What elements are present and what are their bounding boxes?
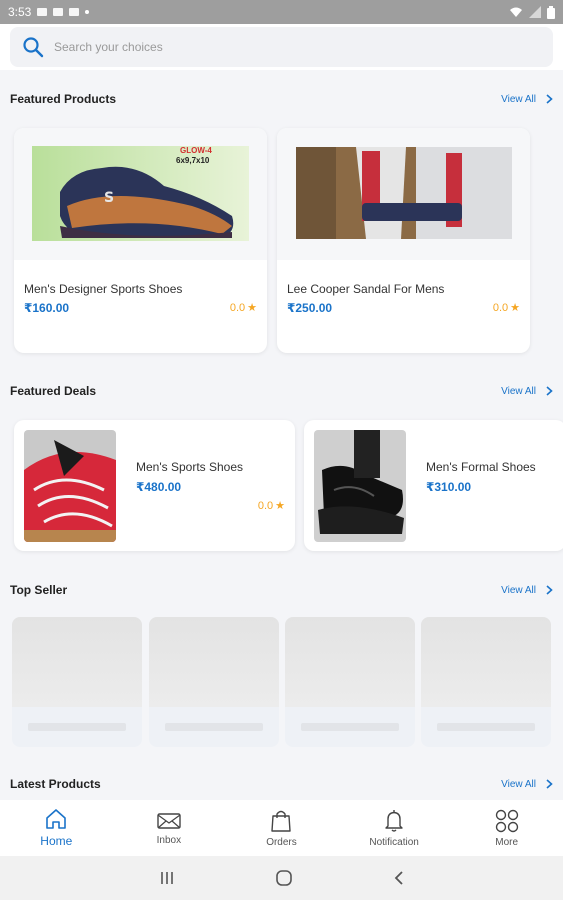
image-caption-sizes: 6x9,7x10 [176,156,210,165]
bell-icon [385,809,403,832]
status-time: 3:53 [8,5,32,19]
search-placeholder: Search your choices [54,40,163,54]
seller-card-placeholder[interactable] [12,617,142,747]
nav-orders[interactable]: Orders [225,800,338,856]
deal-price: ₹480.00 [136,480,182,494]
deal-name: Men's Sports Shoes [136,460,244,474]
star-icon: ★ [247,302,257,314]
bottom-navigation: Home Inbox Orders Notification More [0,800,563,856]
deal-card[interactable]: Men's Formal Shoes ₹310.00 0 [304,420,563,551]
signal-icon [529,6,541,18]
mail-icon [157,812,181,829]
view-all-link[interactable]: View All [501,386,553,397]
deal-rating: 0.0 ★ [257,499,285,513]
home-button-icon[interactable] [275,869,293,887]
star-icon: ★ [275,500,285,512]
product-rating: 0.0 ★ [229,301,257,315]
chevron-right-icon [546,779,553,789]
grid-icon [495,809,518,832]
chevron-right-icon [546,585,553,595]
chevron-right-icon [546,386,553,396]
product-name: Lee Cooper Sandal For Mens [287,282,445,296]
view-all-link[interactable]: View All [501,94,553,105]
search-input[interactable]: Search your choices [10,27,553,67]
nav-label: More [495,836,519,848]
deal-name: Men's Formal Shoes [426,460,536,474]
deal-image [314,430,406,542]
star-icon: ★ [510,302,520,314]
seller-name-placeholder [437,723,535,731]
product-name: Men's Designer Sports Shoes [24,282,183,296]
product-price: ₹160.00 [24,301,70,315]
wifi-icon [510,7,522,17]
battery-icon [547,5,555,19]
seller-name-placeholder [301,723,399,731]
nav-label: Notification [369,836,419,848]
nav-label: Home [40,834,73,848]
view-all-label: View All [501,778,536,790]
rating-value: 0.0 [492,301,509,314]
view-all-label: View All [501,93,536,105]
featured-products-header: Featured Products View All [10,92,553,106]
seller-image-placeholder [12,617,142,707]
seller-card-placeholder[interactable] [285,617,415,747]
seller-card-placeholder[interactable] [421,617,551,747]
seller-image-placeholder [149,617,279,707]
product-price: ₹250.00 [287,301,333,315]
seller-name-placeholder [165,723,263,731]
product-image: S [32,146,249,241]
chevron-right-icon [546,94,553,104]
svg-text:S: S [104,190,114,206]
image-caption-model: GLOW-4 [180,146,212,155]
product-image-area: S GLOW-4 6x9,7x10 [14,128,267,260]
system-navigation-bar [0,856,563,900]
product-rating: 0.0 ★ [492,301,520,315]
top-seller-header: Top Seller View All [10,583,553,597]
nav-inbox[interactable]: Inbox [113,800,226,856]
search-bar-container: Search your choices [0,24,563,70]
view-all-label: View All [501,385,536,397]
product-card[interactable]: Lee Cooper Sandal For Mens ₹250.00 0.0 ★ [277,128,530,353]
deal-image [24,430,116,542]
view-all-label: View All [501,584,536,596]
home-content[interactable]: Featured Products View All S GLOW-4 6x9,… [0,70,563,800]
bag-icon [271,810,292,832]
image-notification-icon [37,8,48,16]
latest-products-header: Latest Products View All [10,777,553,791]
product-image [296,147,512,239]
featured-deals-header: Featured Deals View All [10,384,553,398]
app-notification-icon [69,8,80,16]
rating-value: 0.0 [257,499,274,512]
deal-card[interactable]: Men's Sports Shoes ₹480.00 0.0 ★ [14,420,295,551]
seller-image-placeholder [421,617,551,707]
status-bar: 3:53 [0,0,563,24]
section-title: Latest Products [10,777,101,791]
recent-apps-icon[interactable] [159,871,175,885]
nav-home[interactable]: Home [0,800,113,856]
product-image-area [277,128,530,260]
product-card[interactable]: S GLOW-4 6x9,7x10 Men's Designer Sports … [14,128,267,353]
deal-price: ₹310.00 [426,480,472,494]
seller-image-placeholder [285,617,415,707]
section-title: Featured Products [10,92,117,106]
section-title: Top Seller [10,583,68,597]
more-notifications-icon [85,10,90,14]
view-all-link[interactable]: View All [501,585,553,596]
nav-notification[interactable]: Notification [338,800,451,856]
home-icon [46,809,67,829]
cloud-notification-icon [53,8,64,16]
search-icon [23,37,44,58]
seller-name-placeholder [28,723,126,731]
nav-more[interactable]: More [450,800,563,856]
view-all-link[interactable]: View All [501,779,553,790]
back-icon[interactable] [393,870,405,886]
nav-label: Inbox [156,834,182,846]
nav-label: Orders [266,836,297,848]
rating-value: 0.0 [229,301,246,314]
section-title: Featured Deals [10,384,97,398]
seller-card-placeholder[interactable] [149,617,279,747]
